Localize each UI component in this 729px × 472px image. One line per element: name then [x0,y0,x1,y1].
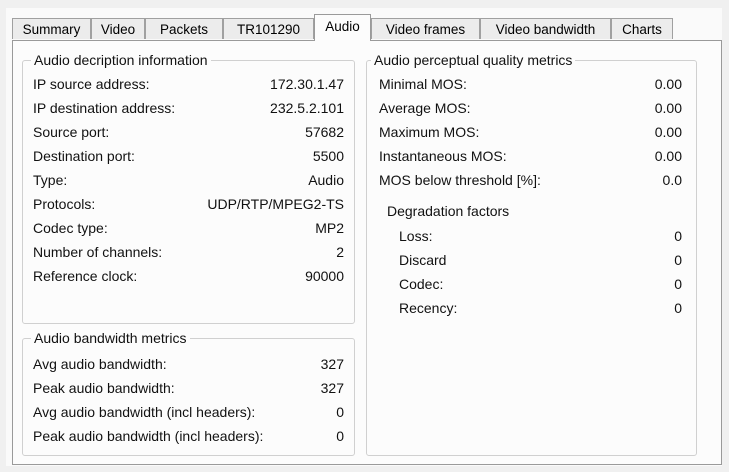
bandwidth-value: 327 [320,356,344,372]
tab-video[interactable]: Video [91,18,145,39]
mos-value: 0.00 [654,100,682,116]
tab-packets[interactable]: Packets [145,18,223,39]
mos-label: MOS below threshold [%]: [379,172,541,188]
info-row: Protocols: UDP/RTP/MPEG2-TS [23,195,354,214]
degradation-row: Loss: 0 [367,227,696,246]
mos-value: 0.00 [654,124,682,140]
degradation-value: 0 [674,252,682,268]
mos-value: 0.0 [662,172,682,188]
mos-label: Average MOS: [379,100,471,116]
info-row: IP destination address: 232.5.2.101 [23,99,354,118]
mos-row: Average MOS: 0.00 [367,99,696,118]
info-row: Type: Audio [23,171,354,190]
info-value: Audio [308,172,344,188]
info-value: MP2 [315,220,344,236]
degradation-row: Recency: 0 [367,299,696,318]
info-row: IP source address: 172.30.1.47 [23,75,354,94]
degradation-value: 0 [674,276,682,292]
tab-video-bandwidth[interactable]: Video bandwidth [480,18,611,39]
mos-label: Maximum MOS: [379,124,480,140]
info-value: 5500 [312,148,344,164]
tab-strip: Summary Video Packets TR101290 Audio Vid… [12,14,712,41]
degradation-label: Discard [399,252,447,268]
info-label: Type: [33,172,68,188]
info-value: 172.30.1.47 [270,76,344,92]
info-label: Number of channels: [33,244,163,260]
info-value: 57682 [305,124,344,140]
info-label: Codec type: [33,220,108,236]
app-window: Summary Video Packets TR101290 Audio Vid… [6,8,722,466]
tab-audio[interactable]: Audio [314,14,371,41]
info-label: Destination port: [33,148,135,164]
degradation-row: Codec: 0 [367,275,696,294]
bandwidth-value: 0 [336,404,344,420]
info-row: Source port: 57682 [23,123,354,142]
audio-description-title: Audio decription information [31,52,211,68]
info-row: Number of channels: 2 [23,243,354,262]
degradation-factors-title: Degradation factors [387,203,510,219]
info-row: Codec type: MP2 [23,219,354,238]
audio-bandwidth-title: Audio bandwidth metrics [31,330,190,346]
info-label: IP destination address: [33,100,176,116]
tab-video-frames[interactable]: Video frames [371,18,480,39]
degradation-label: Loss: [399,228,433,244]
bandwidth-label: Peak audio bandwidth (incl headers): [33,428,264,444]
mos-value: 0.00 [654,76,682,92]
mos-label: Minimal MOS: [379,76,467,92]
info-value: 232.5.2.101 [270,100,344,116]
tab-tr101290[interactable]: TR101290 [223,18,314,39]
mos-label: Instantaneous MOS: [379,148,507,164]
info-row: Destination port: 5500 [23,147,354,166]
mos-row: MOS below threshold [%]: 0.0 [367,171,696,190]
degradation-label: Recency: [399,300,458,316]
audio-description-group: Audio decription information IP source a… [22,52,355,324]
degradation-label: Codec: [399,276,444,292]
bandwidth-row: Peak audio bandwidth (incl headers): 0 [23,427,354,446]
bandwidth-row: Avg audio bandwidth: 327 [23,355,354,374]
mos-row: Minimal MOS: 0.00 [367,75,696,94]
bandwidth-row: Avg audio bandwidth (incl headers): 0 [23,403,354,422]
info-value: 90000 [305,268,344,284]
mos-row: Maximum MOS: 0.00 [367,123,696,142]
audio-quality-title: Audio perceptual quality metrics [371,52,576,68]
audio-panel: Audio decription information IP source a… [12,40,722,465]
bandwidth-row: Peak audio bandwidth: 327 [23,379,354,398]
bandwidth-label: Avg audio bandwidth (incl headers): [33,404,256,420]
info-label: Protocols: [33,196,96,212]
info-label: Reference clock: [33,268,138,284]
degradation-value: 0 [674,228,682,244]
info-value: UDP/RTP/MPEG2-TS [207,196,344,212]
mos-row: Instantaneous MOS: 0.00 [367,147,696,166]
tab-summary[interactable]: Summary [12,18,91,39]
info-value: 2 [336,244,344,260]
degradation-value: 0 [674,300,682,316]
tab-charts[interactable]: Charts [611,18,673,39]
bandwidth-value: 327 [320,380,344,396]
info-row: Reference clock: 90000 [23,267,354,286]
audio-bandwidth-group: Audio bandwidth metrics Avg audio bandwi… [22,330,355,456]
degradation-row: Discard 0 [367,251,696,270]
info-label: IP source address: [33,76,150,92]
audio-quality-group: Audio perceptual quality metrics Minimal… [366,52,697,456]
mos-value: 0.00 [654,148,682,164]
info-label: Source port: [33,124,110,140]
bandwidth-label: Avg audio bandwidth: [33,356,167,372]
bandwidth-value: 0 [336,428,344,444]
bandwidth-label: Peak audio bandwidth: [33,380,175,396]
